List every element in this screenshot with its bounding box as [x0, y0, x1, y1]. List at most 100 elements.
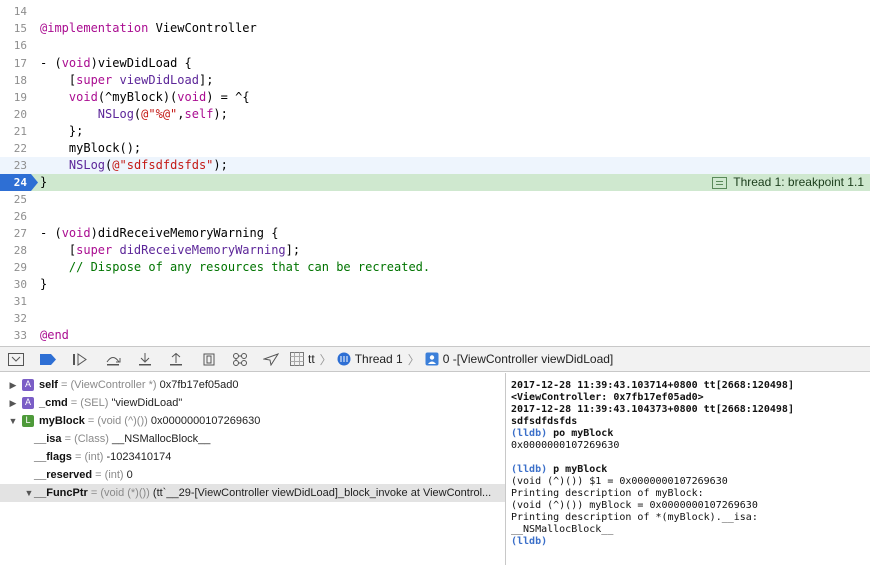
variable-row[interactable]: ▼ __FuncPtr = (void (*)()) (tt`__29-[View…: [0, 484, 505, 502]
crumb-separator-icon: 〉: [319, 352, 332, 367]
continue-icon: [73, 353, 87, 366]
code-token: [: [40, 243, 77, 257]
variable-text: __isa = (Class) __NSMallocBlock__: [34, 430, 210, 448]
code-text: NSLog(@"%@",self);: [40, 106, 228, 123]
crumb-frame[interactable]: 0 -[ViewController viewDidLoad]: [443, 352, 614, 366]
disclosure-expanded-icon[interactable]: ▼: [8, 412, 18, 430]
variable-equals: =: [61, 433, 75, 445]
step-over-button[interactable]: [104, 351, 122, 368]
continue-button[interactable]: [71, 351, 89, 368]
line-number: 24: [13, 176, 27, 189]
view-debugger-button[interactable]: [200, 351, 218, 368]
disclosure-collapsed-icon[interactable]: ▶: [8, 376, 18, 394]
code-token: didReceiveMemoryWarning: [119, 243, 286, 257]
code-line[interactable]: 17 - (void)viewDidLoad {: [0, 55, 870, 72]
code-line[interactable]: 25: [0, 191, 870, 208]
stack-frame-icon: [425, 352, 439, 366]
thread-breakpoint-label[interactable]: Thread 1: breakpoint 1.1: [712, 174, 864, 191]
variable-row[interactable]: ▶ A _cmd = (SEL) "viewDidLoad": [0, 394, 505, 412]
console-command: p myBlock: [547, 464, 608, 475]
variable-row[interactable]: __flags = (int) -1023410174: [0, 448, 505, 466]
code-line[interactable]: 22 myBlock();: [0, 140, 870, 157]
code-token: void: [61, 56, 91, 70]
code-line[interactable]: 28 [super didReceiveMemoryWarning];: [0, 242, 870, 259]
variable-type: (int): [104, 469, 124, 481]
code-line[interactable]: 21 };: [0, 123, 870, 140]
code-token: self: [184, 107, 214, 121]
disclosure-collapsed-icon[interactable]: ▶: [8, 394, 18, 412]
step-into-button[interactable]: [136, 351, 154, 368]
code-token: - (: [40, 56, 62, 70]
location-arrow-icon: [263, 353, 279, 366]
memory-graph-icon: [233, 353, 247, 366]
code-line[interactable]: 20 NSLog(@"%@",self);: [0, 106, 870, 123]
code-line[interactable]: 16: [0, 37, 870, 54]
code-line[interactable]: 30}: [0, 276, 870, 293]
code-line[interactable]: 33 @end: [0, 327, 870, 344]
code-line[interactable]: 29 // Dispose of any resources that can …: [0, 259, 870, 276]
code-line[interactable]: 31: [0, 293, 870, 310]
code-token: @"%@": [141, 107, 178, 121]
disclosure-expanded-icon[interactable]: ▼: [24, 484, 34, 502]
variable-type: (Class): [74, 433, 109, 445]
variable-row[interactable]: __isa = (Class) __NSMallocBlock__: [0, 430, 505, 448]
code-text: void(^myBlock)(void) = ^{: [40, 89, 250, 106]
line-number: 29: [13, 261, 27, 274]
crumb-process[interactable]: tt: [308, 352, 315, 366]
variable-value: __NSMallocBlock__: [111, 433, 211, 445]
variable-row[interactable]: ▶ Aself = (ViewController *) 0x7fb17ef05a…: [0, 376, 505, 394]
code-token: );: [213, 107, 228, 121]
code-line[interactable]: 15 @implementation ViewController: [0, 20, 870, 37]
line-number: 20: [13, 108, 27, 121]
code-line[interactable]: 18 [super viewDidLoad];: [0, 72, 870, 89]
code-text: // Dispose of any resources that can be …: [40, 259, 430, 276]
variable-name: _cmd: [39, 397, 68, 409]
line-number: 33: [13, 329, 27, 342]
code-token: super: [76, 73, 113, 87]
code-text: @implementation ViewController: [40, 20, 257, 37]
code-token: ];: [198, 73, 214, 87]
line-number: 28: [13, 244, 27, 257]
panel-toggle-icon: [8, 353, 24, 366]
line-number: 25: [13, 193, 27, 206]
source-editor[interactable]: 14 15 @implementation ViewController 16 17 - …: [0, 0, 870, 346]
lldb-prompt: (lldb): [511, 464, 548, 475]
variable-type: (ViewController *): [70, 379, 157, 391]
code-line[interactable]: 24} Thread 1: breakpoint 1.1: [0, 174, 870, 191]
breakpoints-toggle-button[interactable]: [39, 351, 57, 368]
code-text: [super didReceiveMemoryWarning];: [40, 242, 300, 259]
line-number: 17: [13, 57, 27, 70]
variable-name: __reserved: [34, 469, 93, 481]
lldb-console[interactable]: 2017-12-28 11:39:43.103714+0800 tt[2668:…: [505, 373, 870, 565]
hide-debug-area-button[interactable]: [7, 351, 25, 368]
simulate-location-button[interactable]: [262, 351, 280, 368]
console-line: Printing description of *(myBlock).__isa…: [511, 512, 758, 523]
variable-row[interactable]: ▼ LmyBlock = (void (^)()) 0x0000000107269…: [0, 412, 505, 430]
step-out-button[interactable]: [167, 351, 185, 368]
code-text: NSLog(@"sdfsdfdsfds");: [40, 157, 228, 174]
variable-name: myBlock: [39, 415, 85, 427]
variable-type: (void (^)()): [97, 415, 148, 427]
code-token: NSLog: [97, 107, 134, 121]
code-line[interactable]: 23 NSLog(@"sdfsdfdsfds");: [0, 157, 870, 174]
code-token: - (: [40, 226, 62, 240]
code-token: void: [61, 226, 91, 240]
thread-icon: [337, 352, 351, 366]
variable-equals: =: [57, 379, 71, 391]
code-line[interactable]: 26: [0, 208, 870, 225]
variable-row[interactable]: __reserved = (int) 0: [0, 466, 505, 484]
code-text: - (void)viewDidLoad {: [40, 55, 192, 72]
crumb-separator-icon: 〉: [407, 352, 420, 367]
crumb-thread[interactable]: Thread 1: [355, 352, 403, 366]
variable-type: (int): [84, 451, 104, 463]
code-line[interactable]: 27 - (void)didReceiveMemoryWarning {: [0, 225, 870, 242]
line-number: 19: [13, 91, 27, 104]
code-line[interactable]: 14: [0, 3, 870, 20]
code-line[interactable]: 32: [0, 310, 870, 327]
variable-name: __flags: [34, 451, 72, 463]
code-line[interactable]: 19 void(^myBlock)(void) = ^{: [0, 89, 870, 106]
code-token: };: [40, 124, 84, 138]
line-number: 31: [13, 295, 27, 308]
memory-graph-button[interactable]: [231, 351, 249, 368]
